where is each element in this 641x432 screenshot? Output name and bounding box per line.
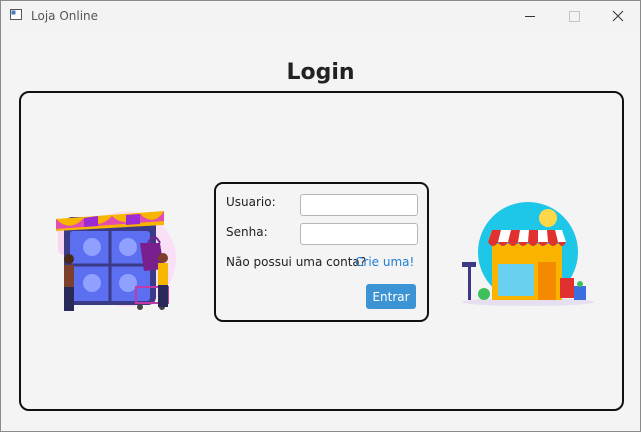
- app-icon: [10, 9, 22, 20]
- signup-link[interactable]: Crie uma!: [355, 255, 414, 269]
- login-button[interactable]: Entrar: [366, 284, 416, 309]
- password-label: Senha:: [226, 225, 268, 239]
- close-icon: [612, 10, 624, 22]
- minimize-button[interactable]: [507, 1, 553, 31]
- minimize-icon: [525, 16, 535, 17]
- username-input[interactable]: [300, 194, 418, 216]
- password-input[interactable]: [300, 223, 418, 245]
- page-title: Login: [286, 60, 355, 85]
- storefront-illustration: [462, 202, 594, 306]
- no-account-text: Não possui uma conta?: [226, 255, 367, 269]
- window-title: Loja Online: [31, 9, 99, 23]
- maximize-button[interactable]: [551, 1, 597, 31]
- maximize-icon: [569, 11, 580, 22]
- phone-shop-illustration: [56, 211, 176, 311]
- title-bar[interactable]: Loja Online: [1, 1, 640, 31]
- username-label: Usuario:: [226, 195, 276, 209]
- close-button[interactable]: [595, 1, 640, 31]
